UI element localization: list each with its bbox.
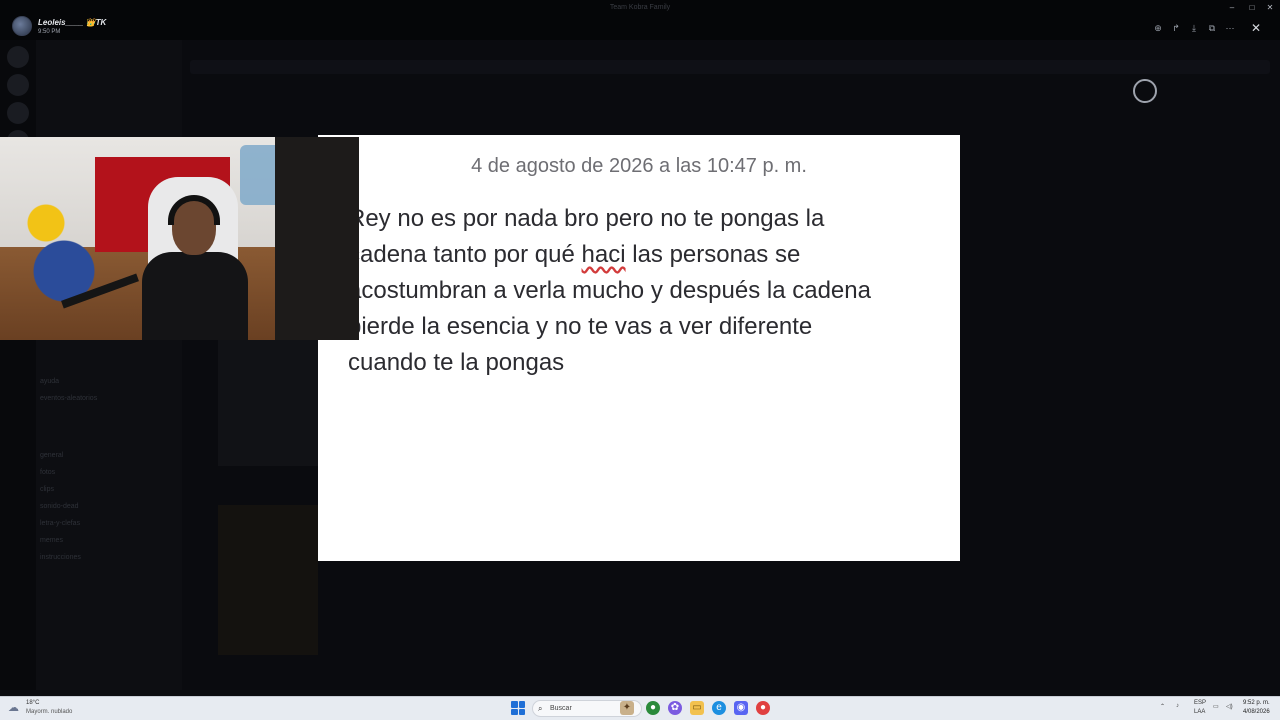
note-line: pierde la esencia y no te vas a ver dife… (348, 313, 813, 340)
channel-item[interactable]: general (40, 452, 63, 464)
minimize-icon[interactable]: – (1226, 3, 1238, 13)
edge-icon[interactable]: e (712, 701, 726, 715)
download-icon[interactable]: ⤓ (1186, 20, 1202, 36)
clock-date[interactable]: 4/08/2026 (1243, 709, 1270, 715)
server-icon[interactable] (7, 74, 29, 96)
server-icon[interactable] (7, 102, 29, 124)
misspelled-word: haci (581, 241, 626, 268)
image-attachment[interactable] (218, 505, 318, 655)
channel-item[interactable]: eventos-aleatorios (40, 395, 97, 407)
avatar[interactable] (12, 16, 32, 36)
post-time: 9:50 PM (38, 29, 61, 35)
search-icon: ⌕ (538, 704, 543, 713)
note-message: Rey no es por nada bro pero no te pongas… (348, 201, 948, 381)
weather-desc[interactable]: Mayorm. nublado (26, 709, 72, 715)
viewed-image[interactable]: 4 de agosto de 2026 a las 10:47 p. m. Re… (318, 135, 960, 561)
window-title: Team Kobra Family (609, 4, 671, 11)
app-icon[interactable]: ● (756, 701, 770, 715)
zoom-in-icon[interactable]: ⊕ (1150, 20, 1166, 36)
copilot-icon[interactable]: ✿ (668, 701, 682, 715)
discord-icon[interactable]: ◉ (734, 701, 748, 715)
channel-item[interactable]: clips (40, 486, 54, 498)
maximize-icon[interactable]: □ (1246, 3, 1258, 13)
taskbar: ☁ 18°C Mayorm. nublado ⌕ Buscar ✦ ● ✿ ▭ … (0, 696, 1280, 720)
channel-item[interactable]: letra-y-clefas (40, 520, 80, 532)
news-widget-icon[interactable]: ✦ (620, 701, 634, 715)
note-line: cuando te la pongas (348, 349, 565, 376)
channel-item[interactable]: fotos (40, 469, 55, 481)
channel-item[interactable]: memes (40, 537, 63, 549)
share-icon[interactable]: ↱ (1168, 20, 1184, 36)
network-icon[interactable]: ▭ (1213, 703, 1219, 710)
note-date: 4 de agosto de 2026 a las 10:47 p. m. (471, 155, 807, 177)
close-viewer-icon[interactable]: ✕ (1248, 20, 1264, 36)
channel-item[interactable]: sonido-dead (40, 503, 79, 515)
window-close-icon[interactable]: ✕ (1264, 3, 1276, 13)
search-bar[interactable] (190, 60, 1270, 74)
note-line: cadena tanto por qué haci las personas s… (348, 241, 801, 268)
viewer-top-bar: Team Kobra Family Leoleis____ 👑TK 9:50 P… (0, 0, 1280, 40)
message-card (218, 340, 318, 466)
webcam-overlay (0, 137, 359, 340)
channel-item[interactable]: ayuda (40, 378, 59, 390)
mic-icon[interactable]: ♪ (1176, 703, 1179, 709)
language-top[interactable]: ESP (1194, 700, 1206, 706)
file-explorer-icon[interactable]: ▭ (690, 701, 704, 715)
loading-spinner-icon (1133, 79, 1157, 103)
open-external-icon[interactable]: ⧉ (1204, 20, 1220, 36)
language-bottom[interactable]: LAA (1194, 709, 1205, 715)
weather-temp[interactable]: 18°C (26, 700, 39, 706)
volume-icon[interactable]: ◁) (1226, 703, 1233, 710)
weather-icon[interactable]: ☁ (8, 701, 22, 715)
chrome-icon[interactable]: ● (646, 701, 660, 715)
more-icon[interactable]: ⋯ (1222, 20, 1238, 36)
clock-time[interactable]: 9:52 p. m. (1243, 700, 1270, 706)
start-button[interactable] (511, 701, 525, 715)
author-name[interactable]: Leoleis____ 👑TK (38, 18, 106, 27)
channel-item[interactable]: instrucciones (40, 554, 81, 566)
note-line: acostumbran a verla mucho y después la c… (348, 277, 871, 304)
server-icon[interactable] (7, 46, 29, 68)
tray-chevron-icon[interactable]: ⌃ (1160, 703, 1165, 710)
note-line: Rey no es por nada bro pero no te pongas… (348, 205, 825, 232)
